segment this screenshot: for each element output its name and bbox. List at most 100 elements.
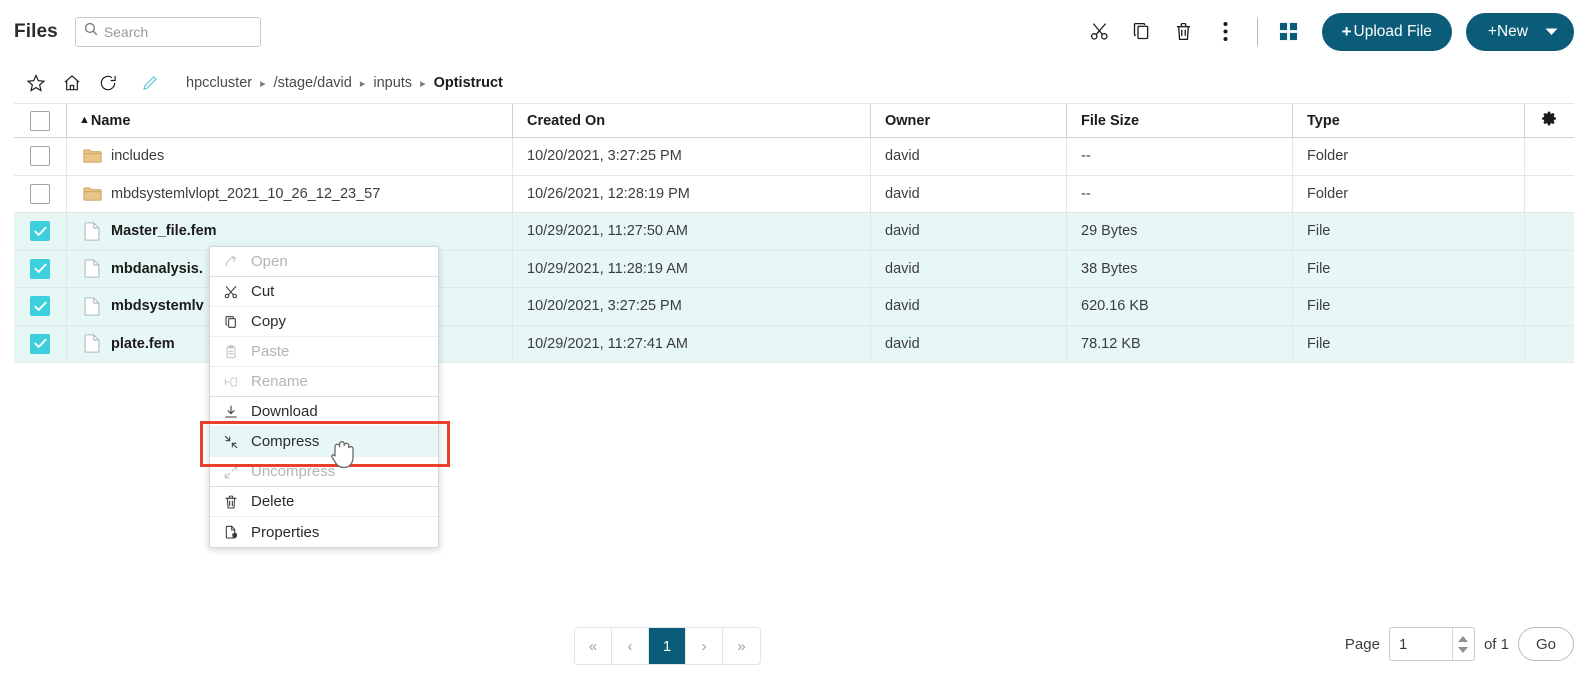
star-icon[interactable]	[18, 68, 54, 98]
prev-page-button[interactable]: ‹	[612, 628, 649, 664]
uncompress-icon	[223, 464, 251, 480]
row-spacer-cell	[1525, 288, 1574, 325]
column-header-created-on-label: Created On	[527, 112, 606, 129]
row-checkbox[interactable]	[30, 258, 50, 279]
row-size-label: 620.16 KB	[1081, 298, 1149, 315]
row-select-cell	[14, 175, 67, 212]
new-button[interactable]: + New	[1466, 23, 1534, 41]
plus-icon: +	[1487, 22, 1497, 40]
context-menu-item-properties[interactable]: Properties	[210, 517, 438, 547]
context-menu-item-uncompress: Uncompress	[210, 457, 438, 487]
select-all-checkbox[interactable]	[30, 110, 50, 131]
gear-icon[interactable]	[1541, 110, 1558, 131]
refresh-icon[interactable]	[90, 68, 126, 98]
context-menu-item-copy[interactable]: Copy	[210, 307, 438, 337]
next-page-button[interactable]: ›	[686, 628, 723, 664]
row-checkbox[interactable]	[30, 146, 50, 167]
delete-icon[interactable]	[1163, 11, 1205, 53]
context-menu-item-compress[interactable]: Compress	[210, 427, 438, 457]
trash-icon	[223, 494, 251, 510]
row-type-label: File	[1307, 298, 1331, 315]
search-box[interactable]	[74, 16, 261, 47]
row-name-cell[interactable]: mbdsystemlvlopt_2021_10_26_12_23_57	[67, 175, 513, 212]
stepper-down-icon[interactable]	[1458, 646, 1469, 653]
table-row[interactable]: Master_file.fem 10/29/2021, 11:27:50 AM da…	[14, 213, 1574, 251]
chevron-down-icon[interactable]	[1534, 28, 1568, 36]
toolbar-divider	[1256, 17, 1258, 46]
row-checkbox[interactable]	[30, 296, 50, 317]
row-type-label: File	[1307, 223, 1331, 240]
row-size-label: 38 Bytes	[1081, 260, 1138, 277]
folder-icon	[79, 148, 105, 164]
context-menu-item-delete[interactable]: Delete	[210, 487, 438, 517]
folder-icon	[79, 186, 105, 202]
column-header-created-on[interactable]: Created On	[513, 104, 871, 137]
row-owner-label: david	[885, 335, 920, 352]
table-row[interactable]: includes 10/20/2021, 3:27:25 PM david -- Fol…	[14, 138, 1574, 176]
page-total-label: of 1	[1483, 635, 1509, 653]
context-menu[interactable]: Open Cut Copy Paste Rename Download Compress Un…	[209, 246, 439, 548]
last-page-button[interactable]: »	[723, 628, 760, 664]
new-button-group[interactable]: + New	[1465, 12, 1574, 51]
properties-icon	[223, 524, 251, 540]
column-header-type[interactable]: Type	[1293, 104, 1525, 137]
page-1-button[interactable]: 1	[649, 628, 686, 664]
context-menu-item-cut[interactable]: Cut	[210, 277, 438, 307]
row-type-cell: Folder	[1293, 138, 1525, 175]
copy-icon[interactable]	[1121, 11, 1163, 53]
row-type-label: File	[1307, 335, 1331, 352]
row-name-cell[interactable]: Master_file.fem	[67, 213, 513, 250]
row-size-cell: 29 Bytes	[1067, 213, 1293, 250]
row-select-cell	[14, 138, 67, 175]
toolbar-actions: + Upload File + New	[1079, 11, 1588, 53]
breadcrumb-item-0[interactable]: hpccluster	[186, 75, 252, 91]
row-created-cell: 10/29/2021, 11:28:19 AM	[513, 250, 871, 287]
context-menu-item-label: Paste	[251, 343, 290, 360]
home-icon[interactable]	[54, 68, 90, 98]
row-owner-cell: david	[871, 288, 1067, 325]
first-page-button[interactable]: «	[575, 628, 612, 664]
row-created-cell: 10/29/2021, 11:27:41 AM	[513, 325, 871, 362]
row-created-cell: 10/26/2021, 12:28:19 PM	[513, 175, 871, 212]
context-menu-item-paste: Paste	[210, 337, 438, 367]
breadcrumb-item-1[interactable]: /stage/david	[274, 75, 352, 91]
page-jump: Page of 1 Go	[1345, 627, 1574, 661]
row-created-cell: 10/20/2021, 3:27:25 PM	[513, 288, 871, 325]
row-checkbox[interactable]	[30, 183, 50, 204]
breadcrumb-item-2[interactable]: inputs	[373, 75, 412, 91]
upload-file-label: Upload File	[1353, 22, 1432, 40]
row-checkbox[interactable]	[30, 221, 50, 242]
row-type-label: Folder	[1307, 185, 1349, 202]
column-header-name-label: Name	[90, 112, 131, 129]
row-created-label: 10/29/2021, 11:27:50 AM	[527, 223, 688, 240]
column-header-name[interactable]: ▲ Name	[67, 104, 513, 137]
cut-icon[interactable]	[1079, 11, 1121, 53]
grid-view-icon[interactable]	[1268, 11, 1310, 53]
column-header-owner[interactable]: Owner	[871, 104, 1067, 137]
more-vertical-icon[interactable]	[1205, 11, 1247, 53]
pagination[interactable]: «‹ 1 ›»	[574, 627, 761, 665]
row-owner-label: david	[885, 223, 920, 240]
stepper-up-icon[interactable]	[1458, 635, 1469, 642]
edit-path-icon[interactable]	[132, 68, 168, 98]
row-checkbox[interactable]	[30, 333, 50, 354]
row-owner-cell: david	[871, 250, 1067, 287]
row-owner-cell: david	[871, 213, 1067, 250]
row-name-cell[interactable]: includes	[67, 138, 513, 175]
column-header-file-size[interactable]: File Size	[1067, 104, 1293, 137]
page-number-stepper[interactable]	[1388, 627, 1475, 661]
context-menu-item-label: Rename	[251, 373, 308, 390]
go-button[interactable]: Go	[1518, 627, 1574, 661]
row-spacer-cell	[1525, 138, 1574, 175]
stepper-arrows[interactable]	[1451, 628, 1474, 660]
search-input[interactable]	[103, 23, 252, 40]
row-created-label: 10/29/2021, 11:27:41 AM	[527, 335, 688, 352]
context-menu-item-download[interactable]: Download	[210, 397, 438, 427]
row-owner-label: david	[885, 185, 920, 202]
plus-icon: +	[1341, 21, 1352, 41]
table-row[interactable]: mbdsystemlvlopt_2021_10_26_12_23_57 10/26…	[14, 175, 1574, 213]
context-menu-item-label: Copy	[251, 313, 287, 330]
page-number-input[interactable]	[1389, 628, 1452, 660]
row-created-label: 10/26/2021, 12:28:19 PM	[527, 185, 690, 202]
upload-file-button[interactable]: + Upload File	[1321, 12, 1452, 51]
